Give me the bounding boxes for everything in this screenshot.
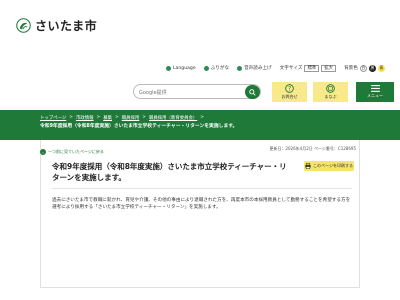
bg-color-control: 背景色 白 黒 青 <box>344 64 385 72</box>
breadcrumb-separator: > <box>69 115 73 120</box>
book-icon <box>326 84 335 93</box>
page-meta: 更新日：2026年4月2日 ページ番号：C128695 <box>269 146 356 151</box>
breadcrumb-separator: > <box>142 115 146 120</box>
language-link[interactable]: Language <box>166 65 196 71</box>
globe-icon <box>166 65 171 71</box>
back-link[interactable]: ‹ 一つ前に見ていたページに戻る <box>40 149 104 155</box>
breadcrumb-link-boshu[interactable]: 募集 <box>103 115 112 121</box>
breadcrumb-link-shisei[interactable]: 市政情報 <box>76 115 94 121</box>
search-button[interactable] <box>245 85 260 99</box>
font-size-control: 文字サイズ 標準 拡大 <box>280 64 337 72</box>
site-search <box>133 84 261 99</box>
breadcrumb-separator: > <box>96 115 101 120</box>
breadcrumb: トップページ > 市政情報 > 募集 > 職員採用 > 職員採用（教育委員会） … <box>40 115 204 121</box>
city-emblem-icon <box>16 18 31 33</box>
breadcrumb-separator: > <box>115 115 119 120</box>
menu-button[interactable]: メニュー <box>356 82 394 102</box>
read-aloud-link[interactable]: 音声読み上げ <box>237 65 272 71</box>
search-icon <box>249 88 256 96</box>
breadcrumb-current: 令和9年度採用（令和8年度実施）さいたま市立学校ティーチャー・リターンを実施しま… <box>40 124 238 129</box>
speaker-icon <box>237 65 243 71</box>
bg-blue-button[interactable]: 青 <box>377 64 385 72</box>
breadcrumb-link-saiyo[interactable]: 職員採用 <box>122 115 140 121</box>
site-logo[interactable]: さいたま市 <box>16 17 97 34</box>
body-paragraph: 過去にさいたま市で教職に就かれ、育児や介護、その他の事由により退職された方を、再… <box>52 198 351 210</box>
svg-text:?: ? <box>288 87 291 93</box>
furigana-link[interactable]: ふりがな <box>203 65 229 71</box>
inquiry-button[interactable]: ? お問合せ <box>272 82 307 102</box>
page-title: 令和9年度採用（令和8年度実施）さいたま市立学校ティーチャー・リターンを実施しま… <box>52 162 287 182</box>
search-input[interactable] <box>139 88 239 97</box>
bg-white-button[interactable]: 白 <box>359 64 367 72</box>
site-logo-text: さいたま市 <box>35 19 98 33</box>
font-large-button[interactable]: 拡大 <box>321 64 337 72</box>
breadcrumb-separator: > <box>200 115 204 120</box>
font-standard-button[interactable]: 標準 <box>304 64 320 72</box>
manabu-button[interactable]: まなぶ <box>313 82 348 102</box>
bg-black-button[interactable]: 黒 <box>368 64 376 72</box>
breadcrumb-link-kyoiku[interactable]: 職員採用（教育委員会） <box>149 115 197 121</box>
utility-bar: Language ふりがな 音声読み上げ 文字サイズ 標準 拡大 背景色 白 黒… <box>166 63 385 73</box>
breadcrumb-link-top[interactable]: トップページ <box>40 115 66 121</box>
question-icon: ? <box>285 84 294 93</box>
furigana-icon <box>203 65 209 71</box>
content-divider <box>52 188 352 189</box>
arrow-left-icon: ‹ <box>40 149 46 155</box>
hamburger-icon <box>370 85 380 92</box>
printer-icon <box>305 163 311 169</box>
print-button[interactable]: このページを印刷する <box>304 161 354 171</box>
